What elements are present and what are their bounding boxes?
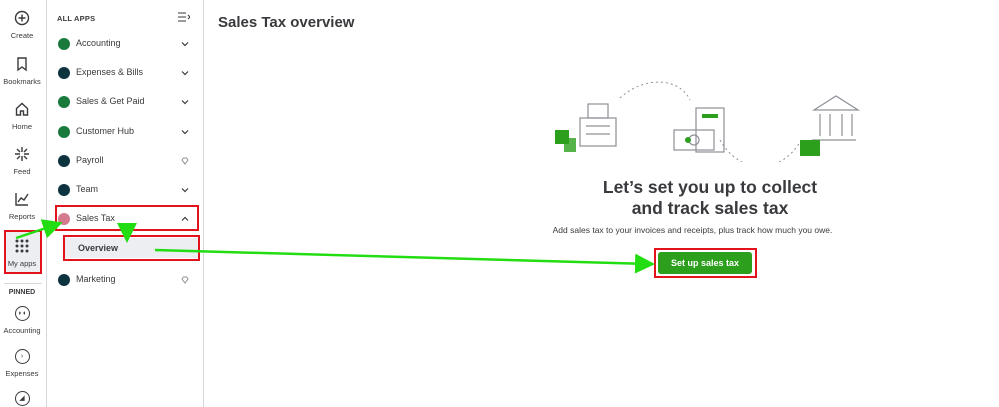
accounting-icon: ◗◖ — [14, 306, 30, 321]
team-app-icon — [58, 184, 70, 196]
expenses-icon: › — [14, 349, 30, 364]
bookmark-icon — [17, 57, 27, 72]
sales-app-icon — [58, 96, 70, 108]
apps-panel: ALL APPS Accounting Expenses & Bills Sal… — [47, 0, 204, 407]
line-chart-icon — [15, 193, 29, 206]
hero-title: Let’s set you up to collect and track sa… — [530, 177, 890, 219]
marketing-app-icon — [58, 274, 70, 286]
diamond-icon — [181, 157, 189, 165]
collapse-panel-icon[interactable] — [178, 12, 190, 22]
chevron-down-icon — [181, 100, 189, 105]
pinned-heading: PINNED — [8, 289, 36, 296]
app-customer-hub-label: Customer Hub — [76, 126, 135, 136]
app-team[interactable]: Team — [47, 179, 204, 201]
app-sales-get-paid[interactable]: Sales & Get Paid — [47, 91, 204, 113]
accounting-app-icon — [58, 38, 70, 50]
app-sales-label: Sales & Get Paid — [76, 96, 145, 106]
chevron-down-icon — [181, 188, 189, 193]
chevron-down-icon — [181, 71, 189, 76]
chevron-down-icon — [181, 130, 189, 135]
app-accounting-label: Accounting — [76, 38, 121, 48]
left-rail: Create Bookmarks Home Feed Reports My ap… — [0, 0, 47, 407]
rail-pinned-more[interactable]: ◢ — [0, 391, 44, 406]
payroll-app-icon — [58, 155, 70, 167]
rail-home-label: Home — [11, 122, 32, 131]
app-customer-hub[interactable]: Customer Hub — [47, 121, 204, 143]
highlight-sales-tax — [55, 205, 199, 231]
rail-feed-label: Feed — [13, 167, 31, 176]
rail-create[interactable]: Create — [0, 10, 44, 40]
expenses-app-icon — [58, 67, 70, 79]
app-expenses-label: Expenses & Bills — [76, 67, 144, 77]
sales-tax-illustration — [555, 81, 860, 162]
app-marketing[interactable]: Marketing — [47, 269, 204, 291]
page-title: Sales Tax overview — [218, 14, 355, 31]
hero-subtitle: Add sales tax to your invoices and recei… — [552, 225, 833, 235]
highlight-overview — [63, 235, 200, 261]
arrow-overview-to-button — [154, 248, 655, 274]
chevron-down-icon — [181, 42, 189, 47]
highlight-my-apps — [4, 230, 42, 274]
app-team-label: Team — [76, 184, 99, 194]
rail-divider — [4, 283, 42, 284]
app-payroll[interactable]: Payroll — [47, 150, 204, 172]
apps-panel-heading: ALL APPS — [57, 14, 96, 23]
hero-title-line1: Let’s set you up to collect — [602, 177, 818, 197]
diamond-icon — [181, 276, 189, 284]
app-expenses-bills[interactable]: Expenses & Bills — [47, 62, 204, 84]
plus-circle-icon — [14, 10, 30, 26]
rail-bookmarks[interactable]: Bookmarks — [0, 56, 44, 86]
rail-bookmarks-label: Bookmarks — [3, 77, 41, 86]
customer-hub-app-icon — [58, 126, 70, 138]
rail-pinned-accounting[interactable]: ◗◖ Accounting — [0, 306, 44, 335]
cash-register-icon — [579, 103, 617, 147]
home-icon — [15, 102, 29, 116]
app-accounting[interactable]: Accounting — [47, 33, 204, 55]
hero-title-line2: and track sales tax — [631, 198, 789, 218]
rail-reports-label: Reports — [8, 212, 36, 221]
app-marketing-label: Marketing — [76, 274, 116, 284]
rail-create-label: Create — [10, 31, 34, 40]
sales-icon: ◢ — [14, 391, 30, 406]
rail-pinned-expenses[interactable]: › Expenses — [0, 349, 44, 378]
highlight-setup-button — [654, 248, 757, 278]
rail-pinned-expenses-label: Expenses — [5, 369, 39, 378]
app-payroll-label: Payroll — [76, 155, 104, 165]
sparkle-icon — [15, 147, 29, 161]
rail-home[interactable]: Home — [0, 101, 44, 131]
bank-icon — [811, 95, 860, 141]
rail-pinned-accounting-label: Accounting — [3, 326, 41, 335]
rail-feed[interactable]: Feed — [0, 146, 44, 176]
rail-reports[interactable]: Reports — [0, 191, 44, 221]
